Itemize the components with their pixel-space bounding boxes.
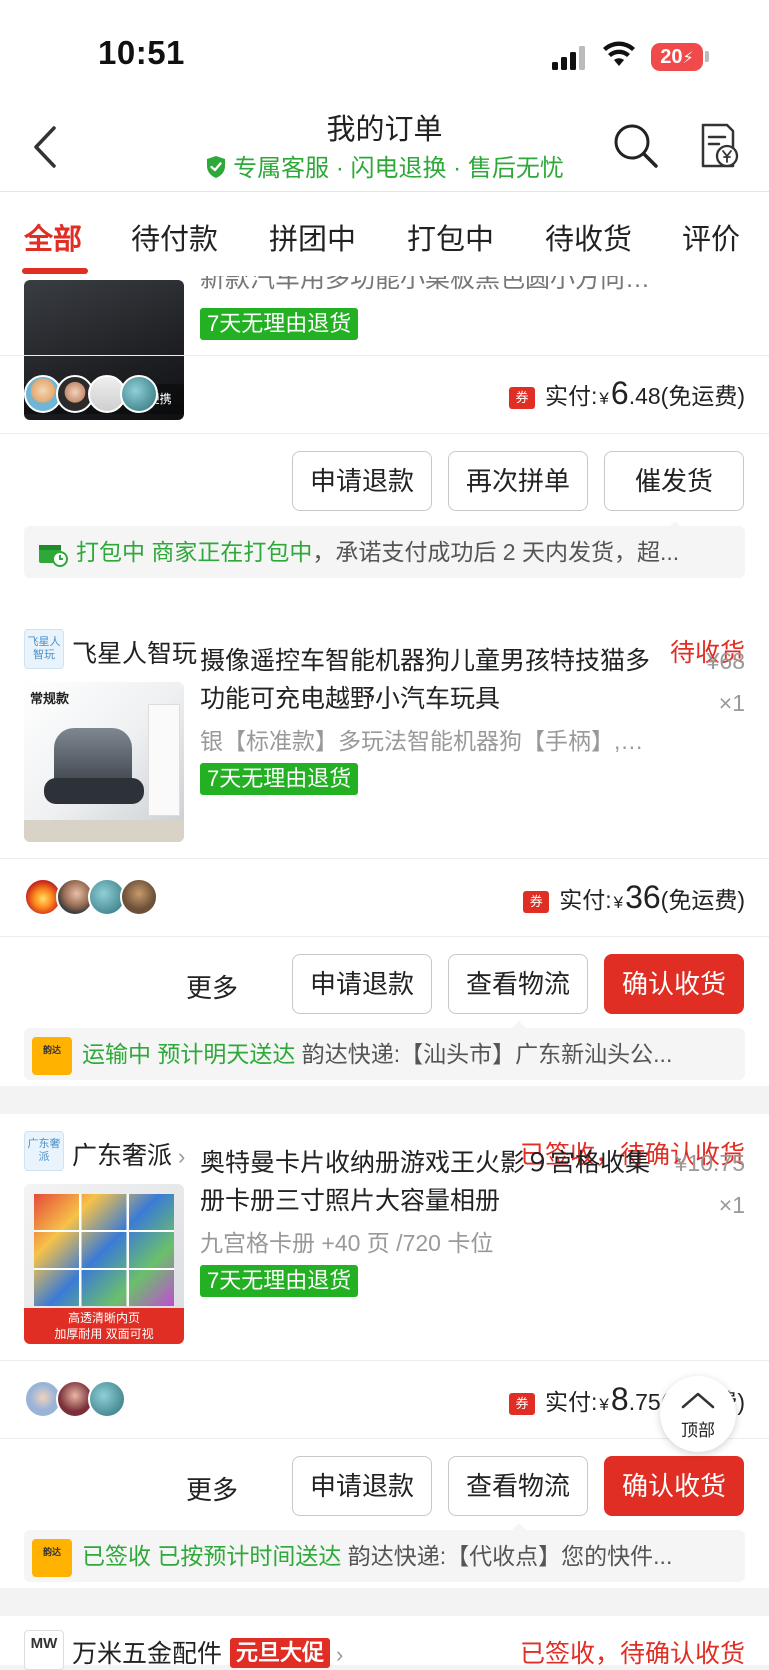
quantity: ×1 [718, 690, 745, 716]
shop-logo: 飞星人智玩 [24, 629, 64, 669]
unit-price: ¥10.75 [674, 1150, 745, 1176]
thumbnail-caption: 高透清晰内页 加厚耐用 双面可视 [24, 1308, 184, 1344]
unit-price: ¥68 [706, 648, 745, 674]
chevron-right-icon: › [336, 1642, 344, 1667]
nav-bar: 我的订单 专属客服 · 闪电退换 · 售后无忧 [0, 100, 769, 190]
tab-review[interactable]: 评价 [682, 216, 740, 258]
service-guarantee-text: 专属客服 · 闪电退换 · 售后无忧 [233, 155, 564, 182]
charging-bolt-icon: ⚡ [682, 50, 694, 67]
wifi-icon [603, 41, 635, 66]
package-clock-icon [39, 544, 68, 567]
courier-logo: 韵达 [32, 1036, 72, 1075]
product-spec: 银【标准款】多玩法智能机器狗【手柄】,… [200, 728, 644, 754]
track-shipment-button[interactable]: 查看物流 [448, 954, 588, 1014]
logistics-status-bar[interactable]: 韵达 已签收 已按预计时间送达 韵达快递:【代收点】您的快件... [24, 1530, 745, 1582]
promo-badge: 元旦大促 [230, 1638, 331, 1668]
buyer-avatars [24, 375, 184, 413]
confirm-receipt-button[interactable]: 确认收货 [604, 1456, 744, 1516]
divider [0, 858, 769, 859]
bill-icon[interactable] [697, 122, 741, 170]
refund-button[interactable]: 申请退款 [292, 954, 432, 1014]
shop-name-link[interactable]: 广东奢派 › [72, 1136, 185, 1172]
tab-pending-payment[interactable]: 待付款 [131, 216, 218, 258]
product-title[interactable]: 奥特曼卡片收纳册游戏王火影９宫格收集册卡册三寸照片大容量相册 [200, 1144, 660, 1220]
shop-logo: MW [24, 1630, 64, 1670]
order-card[interactable]: 广东奢派 广东奢派 › 已签收，待确认收货 高透清晰内页 加厚耐用 双面可视 奥特曼… [0, 1114, 769, 1588]
battery-tip [705, 51, 709, 62]
refund-button[interactable]: 申请退款 [292, 451, 432, 511]
status-bar: 10:51 20⚡ [0, 0, 769, 100]
courier-logo: 韵达 [32, 1538, 72, 1577]
tab-group-buying[interactable]: 拼团中 [269, 216, 356, 258]
paid-amount: 券实付: ¥36(免运费) [523, 879, 745, 916]
shop-logo: 广东奢派 [24, 1131, 64, 1171]
coupon-icon: 券 [523, 891, 550, 913]
active-tab-indicator [22, 268, 88, 274]
search-icon[interactable] [612, 122, 660, 170]
thumbnail-caption: 常规款 [30, 691, 70, 706]
feature-strip-image [24, 820, 184, 842]
buyer-avatars [24, 1380, 184, 1418]
order-card[interactable]: 飞星人智玩 飞星人智玩 › 待收货 常规款 摄像遥控车智能机器狗儿童男孩特技猫多功… [0, 612, 769, 1086]
product-title[interactable]: 摄像遥控车智能机器狗儿童男孩特技猫多功能可充电越野小汽车玩具 [200, 642, 660, 718]
divider [0, 355, 769, 356]
product-spec: 九宫格卡册 +40 页 /720 卡位 [200, 1230, 494, 1256]
side-panel-image [148, 704, 180, 816]
card-album-image [34, 1194, 174, 1306]
urge-shipping-button[interactable]: 催发货 [604, 451, 744, 511]
back-to-top-button[interactable]: 顶部 [660, 1376, 736, 1452]
more-button[interactable]: 更多 [186, 1470, 238, 1507]
divider [0, 936, 769, 937]
more-button[interactable]: 更多 [186, 968, 238, 1005]
track-shipment-button[interactable]: 查看物流 [448, 1456, 588, 1516]
paid-amount: 券实付: ¥6.48(免运费) [509, 375, 745, 412]
refund-button[interactable]: 申请退款 [292, 1456, 432, 1516]
back-to-top-label: 顶部 [681, 1421, 715, 1440]
return-policy-tag: 7天无理由退货 [200, 763, 359, 795]
buyer-avatars [24, 878, 184, 916]
coupon-icon: 券 [509, 1393, 536, 1415]
chevron-right-icon: › [178, 1144, 186, 1169]
chevron-up-icon [681, 1392, 715, 1409]
divider [0, 1360, 769, 1361]
divider [0, 1438, 769, 1439]
packing-status-bar[interactable]: 打包中 商家正在打包中，承诺支付成功后 2 天内发货，超... [24, 526, 745, 578]
return-policy-tag: 7天无理由退货 [200, 308, 359, 340]
order-tabs: 全部 待付款 拼团中 打包中 待收货 评价 [0, 192, 769, 276]
cellular-signal-icon [552, 46, 585, 70]
product-thumbnail[interactable]: 常规款 [24, 682, 184, 842]
product-thumbnail[interactable]: 高透清晰内页 加厚耐用 双面可视 [24, 1184, 184, 1344]
avatar [120, 375, 158, 413]
reorder-button[interactable]: 再次拼单 [448, 451, 588, 511]
logistics-status-bar[interactable]: 韵达 运输中 预计明天送达 韵达快递:【汕头市】广东新汕头公... [24, 1028, 745, 1080]
tab-all[interactable]: 全部 [24, 216, 82, 258]
tab-pending-receipt[interactable]: 待收货 [545, 216, 632, 258]
avatar [88, 1380, 126, 1418]
coupon-icon: 券 [509, 387, 536, 409]
clock: 10:51 [98, 34, 185, 71]
quantity: ×1 [718, 1192, 745, 1218]
order-card[interactable]: MW 万米五金配件 元旦大促 › 已签收，待确认收货 [0, 1616, 769, 1670]
battery-indicator: 20⚡ [651, 43, 703, 71]
shield-check-icon [207, 156, 226, 178]
robot-base-image [44, 778, 144, 804]
confirm-receipt-button[interactable]: 确认收货 [604, 954, 744, 1014]
shop-name-link[interactable]: 飞星人智玩 › [72, 634, 210, 670]
header-region: 10:51 20⚡ 我的订单 专属客服 · 闪电退换 · 售后无忧 全部 待付款… [0, 0, 769, 276]
divider [0, 433, 769, 434]
return-policy-tag: 7天无理由退货 [200, 1265, 359, 1297]
tab-packing[interactable]: 打包中 [407, 216, 494, 258]
avatar [120, 878, 158, 916]
